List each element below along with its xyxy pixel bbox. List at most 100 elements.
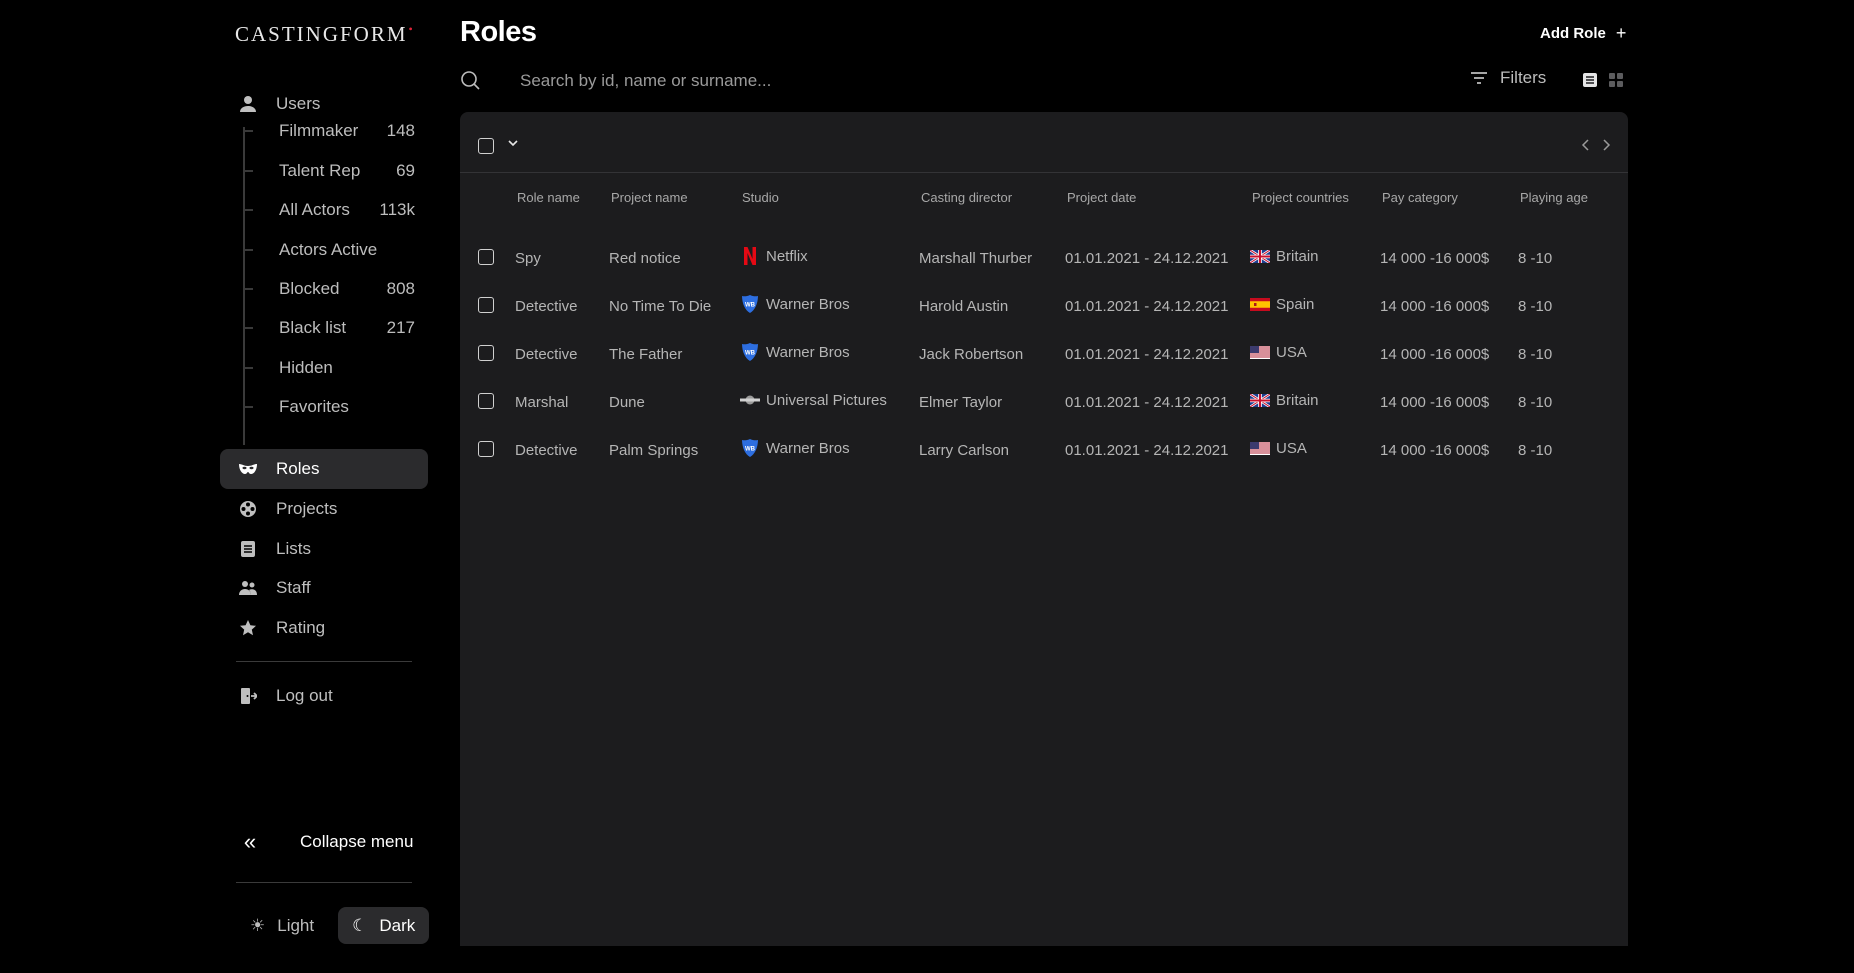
column-header-project-name[interactable]: Project name <box>611 190 688 205</box>
cell-pay: 14 000 -16 000$ <box>1380 234 1489 282</box>
staff-icon <box>238 578 258 598</box>
column-header-pay-category[interactable]: Pay category <box>1382 190 1458 205</box>
sidebar-item-label: Hidden <box>279 358 333 377</box>
theme-light-option[interactable]: ☀ Light <box>236 907 328 944</box>
cell-studio: WB Warner Bros <box>740 424 850 472</box>
cell-studio: Universal Pictures <box>740 376 887 424</box>
filters-button[interactable]: Filters <box>1470 68 1546 88</box>
sidebar-item-label: Talent Rep <box>279 161 361 180</box>
filters-label: Filters <box>1500 68 1547 87</box>
table-row[interactable]: Detective Palm Springs WB Warner Bros Larry … <box>460 426 1628 474</box>
cell-text-director: Jack Robertson <box>919 345 1024 363</box>
cell-role: Spy <box>515 234 541 282</box>
sidebar-item-count: 808 <box>386 279 415 298</box>
cell-text-studio: Universal Pictures <box>766 391 887 409</box>
cell-text-country: Britain <box>1276 247 1319 265</box>
netflix-logo-icon <box>740 246 760 266</box>
chevron-down-icon[interactable] <box>506 136 520 150</box>
theme-switcher: ☀ Light ☾ Dark <box>236 907 430 944</box>
universal-logo-icon <box>740 390 760 410</box>
row-checkbox[interactable] <box>478 393 494 409</box>
cell-text-date: 01.01.2021 - 24.12.2021 <box>1065 249 1229 267</box>
column-header-role-name[interactable]: Role name <box>517 190 580 205</box>
spain-flag-icon <box>1250 297 1270 311</box>
theme-dark-option[interactable]: ☾ Dark <box>338 907 430 944</box>
cell-text-pay: 14 000 -16 000$ <box>1380 345 1490 363</box>
sidebar-item-filmmaker[interactable]: Filmmaker 148 <box>243 114 415 148</box>
column-header-project-date[interactable]: Project date <box>1067 190 1136 205</box>
nav-item-lists[interactable]: Lists <box>220 529 428 569</box>
nav-label-rating: Rating <box>276 618 326 637</box>
brand-logo[interactable]: CASTINGFORM• <box>235 22 415 47</box>
column-header-playing-age[interactable]: Playing age <box>1520 190 1588 205</box>
uk-flag-icon <box>1249 248 1271 264</box>
row-checkbox[interactable] <box>478 297 494 313</box>
nav-label-projects: Projects <box>276 499 338 518</box>
sidebar-item-label: Black list <box>279 318 347 337</box>
cell-text-age: 8 -10 <box>1518 249 1553 267</box>
brand-name: CASTINGFORM <box>235 22 408 46</box>
sidebar-item-blocked[interactable]: Blocked 808 <box>243 272 415 306</box>
cell-text-date: 01.01.2021 - 24.12.2021 <box>1065 393 1229 411</box>
select-all-checkbox[interactable] <box>478 138 494 154</box>
search-input[interactable] <box>520 66 1120 96</box>
nav-label-roles: Roles <box>276 459 320 478</box>
cell-text-role: Spy <box>515 249 541 267</box>
cell-text-studio: Warner Bros <box>766 295 850 313</box>
table-row[interactable]: Spy Red notice Netflix Marshall Thurber 01.0… <box>460 234 1628 282</box>
chevron-right-icon[interactable] <box>1600 138 1612 152</box>
nav-item-staff[interactable]: Staff <box>220 568 428 608</box>
cell-text-role: Marshal <box>515 393 569 411</box>
collapse-menu-button[interactable]: « Collapse menu <box>236 822 426 862</box>
add-role-button[interactable]: Add Role + <box>1540 23 1626 44</box>
nav-item-projects[interactable]: Projects <box>220 489 428 529</box>
table-row[interactable]: Marshal Dune Universal Pictures Elmer Taylo… <box>460 378 1628 426</box>
grid-view-icon[interactable] <box>1608 72 1624 88</box>
row-checkbox[interactable] <box>478 441 494 457</box>
cell-role: Detective <box>515 330 578 378</box>
sidebar-divider-bottom <box>236 882 412 883</box>
sun-icon: ☀ <box>250 915 266 935</box>
cell-text-studio: Warner Bros <box>766 343 850 361</box>
cell-text-country: USA <box>1276 343 1307 361</box>
nav-label-lists: Lists <box>276 539 311 558</box>
column-header-project-countries[interactable]: Project countries <box>1252 190 1349 205</box>
cell-text-country: USA <box>1276 439 1307 457</box>
cell-country: USA <box>1250 328 1307 376</box>
cell-project: No Time To Die <box>609 282 711 330</box>
cell-text-age: 8 -10 <box>1518 393 1553 411</box>
row-checkbox[interactable] <box>478 249 494 265</box>
cell-text-director: Larry Carlson <box>919 441 1010 459</box>
cell-pay: 14 000 -16 000$ <box>1380 378 1489 426</box>
sidebar-item-black-list[interactable]: Black list 217 <box>243 311 415 345</box>
cell-text-project: Red notice <box>609 249 681 267</box>
sidebar-item-favorites[interactable]: Favorites <box>243 390 415 424</box>
svg-text:WB: WB <box>745 303 756 309</box>
logout-icon <box>238 686 258 706</box>
list-view-icon[interactable] <box>1582 72 1598 88</box>
cell-country: USA <box>1250 424 1307 472</box>
chevron-left-icon[interactable] <box>1580 138 1592 152</box>
cell-date: 01.01.2021 - 24.12.2021 <box>1065 426 1228 474</box>
sidebar-item-actors-active[interactable]: Actors Active <box>243 233 415 267</box>
table-row[interactable]: Detective The Father WB Warner Bros Jack Rob… <box>460 330 1628 378</box>
sidebar-item-talent-rep[interactable]: Talent Rep 69 <box>243 154 415 188</box>
logout-button[interactable]: Log out <box>220 676 428 716</box>
brand-dot: • <box>408 22 415 36</box>
cell-pay: 14 000 -16 000$ <box>1380 330 1489 378</box>
nav-item-rating[interactable]: Rating <box>220 608 428 648</box>
row-checkbox[interactable] <box>478 345 494 361</box>
cell-text-director: Elmer Taylor <box>919 393 1003 411</box>
cell-text-pay: 14 000 -16 000$ <box>1380 441 1490 459</box>
cell-age: 8 -10 <box>1518 378 1552 426</box>
nav-item-roles[interactable]: Roles <box>220 449 428 489</box>
column-header-studio[interactable]: Studio <box>742 190 779 205</box>
sidebar-item-all-actors[interactable]: All Actors 113k <box>243 193 415 227</box>
table-row[interactable]: Detective No Time To Die WB Warner Bros Haro… <box>460 282 1628 330</box>
sidebar-item-hidden[interactable]: Hidden <box>243 351 415 385</box>
tree-branch <box>243 170 253 172</box>
cell-date: 01.01.2021 - 24.12.2021 <box>1065 330 1228 378</box>
column-header-casting-director[interactable]: Casting director <box>921 190 1012 205</box>
tree-branch <box>243 249 253 251</box>
tree-branch <box>243 209 253 211</box>
